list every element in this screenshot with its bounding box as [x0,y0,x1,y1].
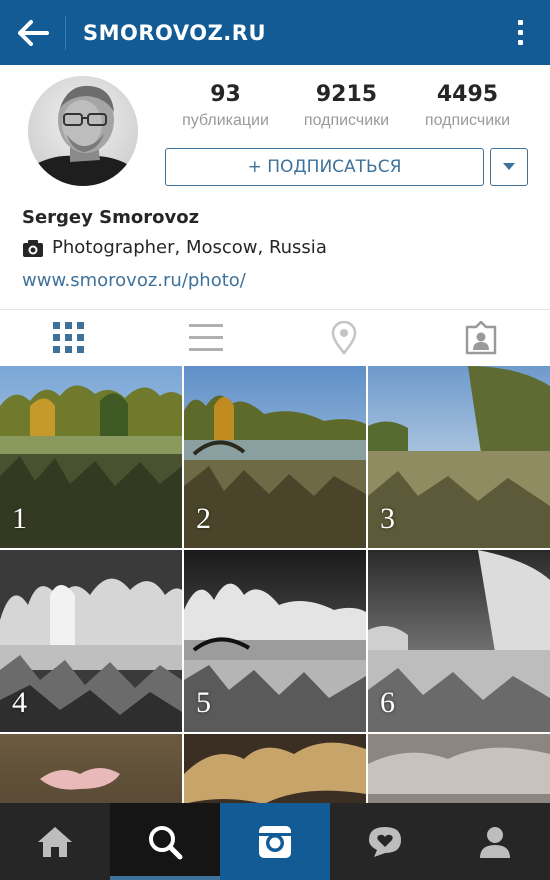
arrow-left-icon [17,19,49,46]
follow-button[interactable]: + ПОДПИСАТЬСЯ [165,148,484,186]
suggestions-dropdown-button[interactable] [490,148,528,186]
website-link[interactable]: www.smorovoz.ru/photo/ [22,270,246,291]
photo-number: 4 [12,686,27,719]
location-pin-icon [331,321,357,355]
stat-label: подписчики [303,112,390,129]
home-icon [38,826,72,857]
avatar[interactable] [28,76,138,186]
list-view-icon [189,324,224,351]
tagged-photos-icon [466,321,497,355]
activity-heart-icon [369,826,401,857]
photo-thumbnail-2[interactable]: 2 [184,366,366,548]
tab-location[interactable] [275,310,413,366]
photo-thumbnail-4[interactable]: 4 [0,550,182,732]
page-title: SMOROVOZ.RU [83,20,266,45]
camera-icon [23,239,43,257]
photo-thumbnail-1[interactable]: 1 [0,366,182,548]
photo-thumbnail-9[interactable] [368,734,550,803]
photo-number: 5 [196,686,211,719]
tab-list[interactable] [138,310,276,366]
view-tabs [0,309,550,366]
header-divider [65,15,66,50]
profile-name: Sergey Smorovoz [22,207,200,228]
photo-grid: 1 2 3 4 5 6 [0,366,550,803]
photo-thumbnail-6[interactable]: 6 [368,550,550,732]
photo-number: 6 [380,686,395,719]
search-icon [149,825,183,859]
camera-icon [259,825,291,858]
stat-label: публикации [182,112,269,129]
stat-followers[interactable]: 9215 подписчики [286,80,407,132]
photo-number: 3 [380,502,395,535]
photo-thumbnail-7[interactable] [0,734,182,803]
profile-icon [480,826,510,858]
photo-number: 2 [196,502,211,535]
profile-stats: 93 публикации 9215 подписчики 4495 подпи… [165,80,528,140]
nav-activity[interactable] [330,803,440,880]
nav-profile[interactable] [440,803,550,880]
tab-tagged[interactable] [413,310,550,366]
grid-view-icon [52,322,84,353]
chevron-down-icon [503,163,515,170]
bio-text: Photographer, Moscow, Russia [52,237,327,258]
nav-home[interactable] [0,803,110,880]
stat-value: 93 [210,82,241,107]
nav-camera[interactable] [220,803,330,880]
back-button[interactable] [0,0,65,65]
stat-posts[interactable]: 93 публикации [165,80,286,132]
photo-thumbnail-3[interactable]: 3 [368,366,550,548]
nav-search[interactable] [110,803,220,880]
profile-bio: Photographer, Moscow, Russia [22,237,327,258]
more-vertical-icon[interactable] [490,0,550,65]
tab-grid[interactable] [0,310,138,366]
top-bar: SMOROVOZ.RU [0,0,550,65]
bottom-nav [0,803,550,880]
photo-thumbnail-8[interactable] [184,734,366,803]
photo-thumbnail-5[interactable]: 5 [184,550,366,732]
stat-value: 4495 [436,82,499,107]
stat-following[interactable]: 4495 подписчики [407,80,528,132]
photo-number: 1 [12,502,27,535]
stat-label: подписчики [424,112,511,129]
stat-value: 9215 [315,82,378,107]
